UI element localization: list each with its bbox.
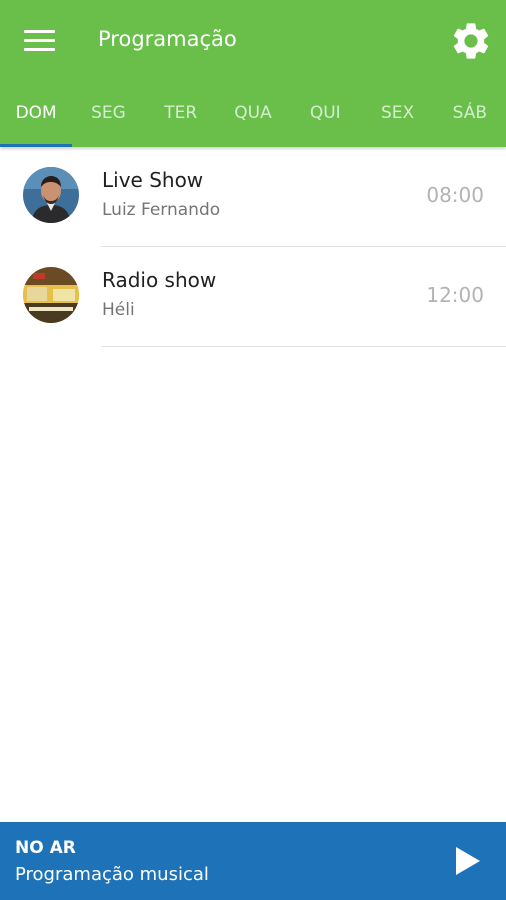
tab-ter[interactable]: TER	[145, 92, 217, 147]
page-title: Programação	[98, 27, 237, 51]
now-playing-title: Programação musical	[15, 864, 209, 885]
tab-qui[interactable]: QUI	[289, 92, 361, 147]
gear-icon[interactable]	[449, 19, 493, 63]
day-tabs: DOM SEG TER QUA QUI SEX SÁB	[0, 92, 506, 147]
show-time: 08:00	[426, 183, 484, 207]
now-playing-bar[interactable]: NO AR Programação musical	[0, 822, 506, 900]
app-root: Programação DOM SEG TER QUA QUI SEX SÁB	[0, 0, 506, 900]
play-icon[interactable]	[452, 845, 482, 877]
list-item[interactable]: Live Show Luiz Fernando 08:00	[0, 147, 506, 247]
list-item[interactable]: Radio show Héli 12:00	[0, 247, 506, 347]
tab-dom[interactable]: DOM	[0, 92, 73, 147]
hamburger-menu-icon[interactable]	[20, 22, 60, 62]
avatar	[23, 267, 79, 323]
tab-seg[interactable]: SEG	[72, 92, 144, 147]
show-host: Héli	[102, 300, 135, 320]
show-host: Luiz Fernando	[102, 200, 221, 220]
on-air-label: NO AR	[15, 838, 76, 858]
show-name: Radio show	[102, 268, 217, 292]
tab-qua[interactable]: QUA	[217, 92, 289, 147]
show-name: Live Show	[102, 168, 204, 192]
avatar	[23, 167, 79, 223]
schedule-list: Live Show Luiz Fernando 08:00 Radio show	[0, 147, 506, 347]
divider	[101, 346, 506, 347]
tab-sab[interactable]: SÁB	[434, 92, 506, 147]
tab-sex[interactable]: SEX	[361, 92, 433, 147]
app-header: Programação DOM SEG TER QUA QUI SEX SÁB	[0, 0, 506, 147]
show-time: 12:00	[426, 283, 484, 307]
